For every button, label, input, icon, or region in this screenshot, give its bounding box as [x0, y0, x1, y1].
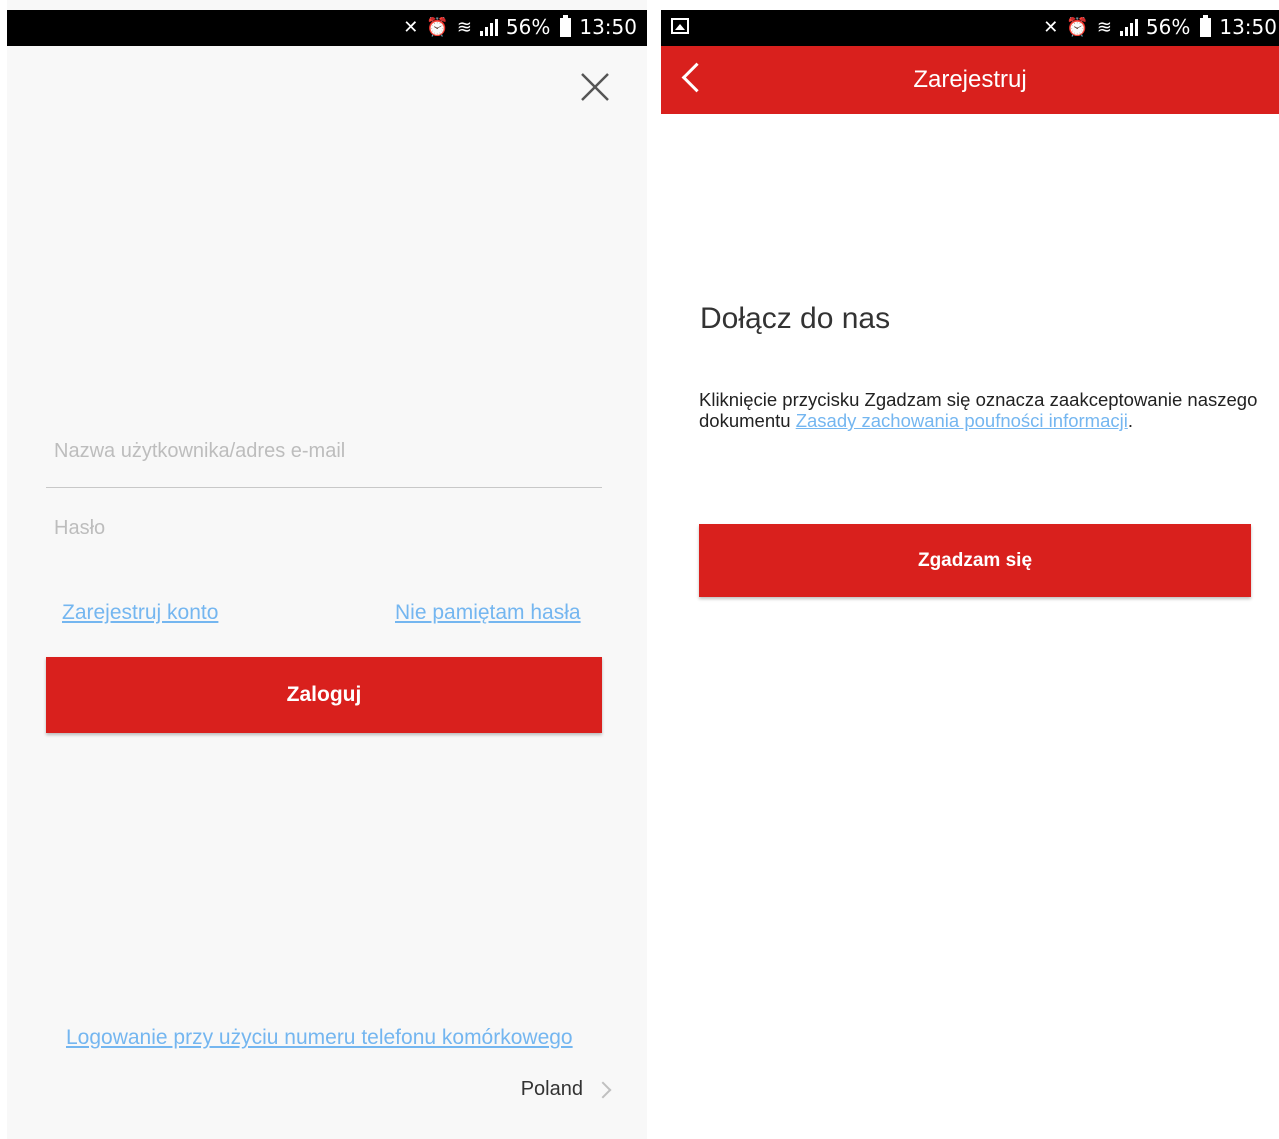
battery-icon	[560, 14, 572, 37]
status-icons: ✕ ⏰ ≋ 56% 13:50	[403, 14, 637, 39]
password-input[interactable]: Hasło	[54, 517, 105, 540]
privacy-policy-link[interactable]: Zasady zachowania poufności informacji	[796, 410, 1128, 431]
login-button[interactable]: Zaloguj	[46, 657, 602, 733]
consent-notice: Kliknięcie przycisku Zgadzam się oznacza…	[699, 389, 1259, 431]
gallery-notification-icon	[671, 18, 689, 34]
signal-icon	[479, 18, 498, 36]
forgot-password-link[interactable]: Nie pamiętam hasła	[395, 601, 581, 625]
status-bar: ✕ ⏰ ≋ 56% 13:50	[7, 10, 647, 46]
username-underline	[46, 487, 602, 488]
region-label: Poland	[520, 1078, 583, 1100]
status-bar: ✕ ⏰ ≋ 56% 13:50	[661, 10, 1279, 46]
alarm-icon: ⏰	[426, 16, 449, 38]
agree-button[interactable]: Zgadzam się	[699, 524, 1251, 597]
wifi-icon: ≋	[1096, 16, 1112, 38]
status-time: 13:50	[579, 15, 637, 39]
app-bar: Zarejestruj	[661, 46, 1279, 114]
mute-icon: ✕	[1043, 16, 1059, 38]
status-time: 13:50	[1219, 15, 1277, 39]
consent-period: .	[1127, 410, 1133, 431]
chevron-right-icon	[594, 1081, 612, 1098]
region-selector[interactable]: Poland	[520, 1078, 612, 1101]
status-icons: ✕ ⏰ ≋ 56% 13:50	[1043, 14, 1277, 39]
username-input[interactable]: Nazwa użytkownika/adres e-mail	[54, 440, 345, 463]
battery-percent: 56%	[1145, 15, 1191, 39]
join-heading: Dołącz do nas	[700, 302, 891, 335]
wifi-icon: ≋	[456, 16, 472, 38]
battery-icon	[1200, 14, 1212, 37]
login-screen: ✕ ⏰ ≋ 56% 13:50 Nazwa użytkownika/adres …	[7, 0, 647, 1139]
battery-percent: 56%	[505, 15, 551, 39]
page-title: Zarejestruj	[913, 66, 1027, 93]
mute-icon: ✕	[403, 16, 419, 38]
signal-icon	[1119, 18, 1138, 36]
phone-login-link[interactable]: Logowanie przy użyciu numeru telefonu ko…	[66, 1026, 573, 1050]
register-account-link[interactable]: Zarejestruj konto	[62, 601, 218, 625]
close-icon[interactable]	[578, 70, 612, 104]
alarm-icon: ⏰	[1066, 16, 1089, 38]
register-screen: ✕ ⏰ ≋ 56% 13:50 Zarejestruj Dołącz do na…	[661, 0, 1279, 1139]
